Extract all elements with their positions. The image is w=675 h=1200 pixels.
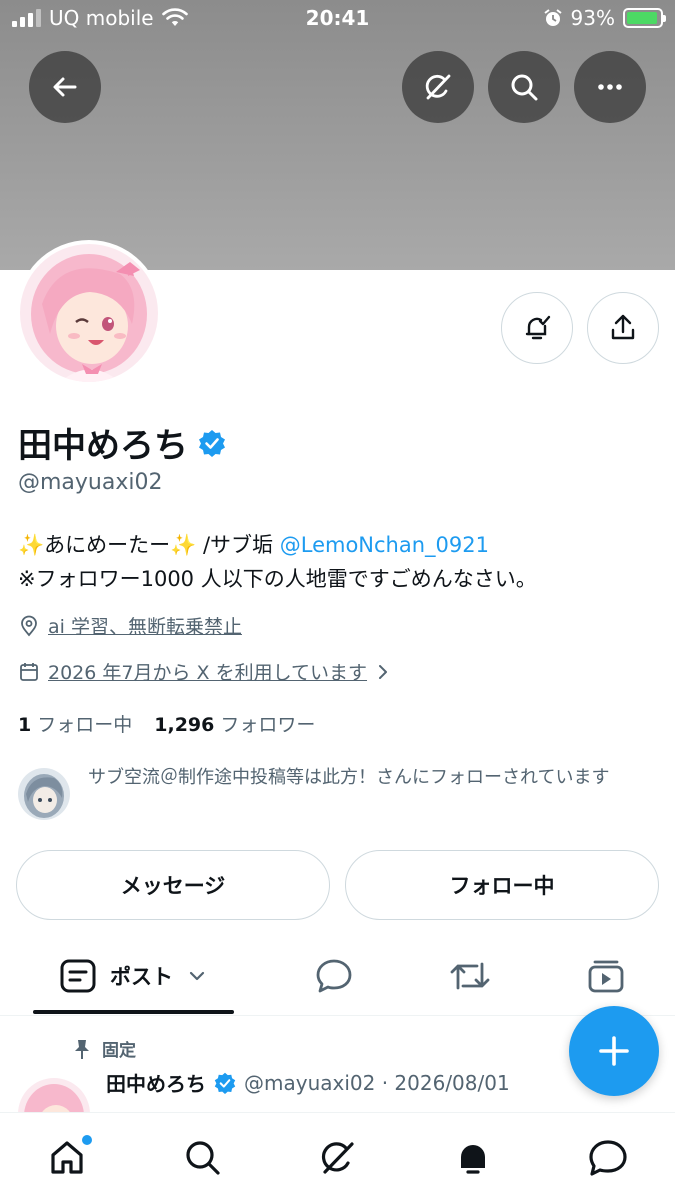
battery-percent: 93%	[570, 6, 615, 30]
tab-posts-label: ポスト	[110, 965, 173, 989]
active-tab-indicator	[33, 1010, 234, 1014]
search-icon	[511, 74, 538, 101]
bell-check-icon	[525, 315, 551, 340]
notifications-subscribe-button[interactable]	[501, 292, 573, 364]
message-button[interactable]: メッセージ	[16, 850, 330, 920]
pinned-indicator: 固定	[72, 1036, 136, 1061]
home-icon	[51, 1141, 83, 1174]
followed-by[interactable]: サブ空流＠制作途中投稿等は此方！さんにフォローされています	[18, 762, 658, 820]
profile-bio: ✨あにめーたー✨ /サブ垢 @LemoNchan_0921 ※フォロワー1000…	[18, 528, 658, 596]
status-bar: UQ mobile 20:41 93%	[0, 0, 675, 40]
alarm-icon	[543, 9, 562, 26]
bell-icon	[461, 1145, 485, 1174]
anime-avatar-image	[20, 244, 158, 382]
joined-text: 2026 年7月から X を利用しています	[48, 662, 368, 684]
nav-grok[interactable]	[311, 1131, 365, 1185]
followers-stat[interactable]: 1,296 フォロワー	[154, 710, 315, 737]
display-name: 田中めろち	[18, 426, 188, 466]
bottom-navigation	[0, 1112, 675, 1200]
home-notification-dot	[82, 1135, 92, 1145]
compose-post-button[interactable]	[569, 1006, 659, 1096]
tab-posts[interactable]: ポスト	[33, 940, 234, 1012]
status-right: 93%	[543, 6, 666, 30]
tab-reposts[interactable]	[436, 940, 504, 1012]
followers-label: フォロワー	[220, 714, 316, 736]
search-icon	[186, 1141, 220, 1175]
share-button[interactable]	[587, 292, 659, 364]
chevron-down-icon	[189, 971, 205, 981]
pin-icon	[75, 1039, 89, 1059]
bio-mention-link[interactable]: @LemoNchan_0921	[280, 533, 489, 557]
profile-name-row: 田中めろち	[18, 418, 226, 467]
following-button[interactable]: フォロー中	[345, 850, 659, 920]
chevron-right-icon	[379, 664, 388, 679]
followers-count: 1,296	[154, 714, 215, 736]
profile-joined[interactable]: 2026 年7月から X を利用しています	[18, 658, 391, 685]
share-icon	[611, 314, 635, 340]
post-meta: @mayuaxi02 · 2026/08/01	[244, 1070, 510, 1095]
grok-icon	[425, 74, 451, 100]
message-bubble-icon	[589, 1140, 627, 1176]
post-header: 田中めろち @mayuaxi02 · 2026/08/01	[106, 1068, 510, 1097]
battery-icon	[623, 8, 666, 28]
tab-media[interactable]	[572, 940, 640, 1012]
plus-icon	[599, 1036, 629, 1066]
profile-avatar[interactable]	[16, 240, 162, 386]
reply-bubble-icon	[316, 959, 352, 993]
pinned-label: 固定	[102, 1041, 136, 1061]
verified-badge-icon[interactable]	[198, 429, 226, 457]
repost-icon	[450, 962, 490, 990]
location-pin-icon	[21, 615, 37, 636]
follower-avatar	[18, 768, 70, 820]
location-text: ai 学習、無断転乗禁止	[48, 616, 242, 638]
nav-messages[interactable]	[581, 1131, 635, 1185]
profile-banner[interactable]	[0, 0, 675, 270]
follow-stats: 1 フォロー中 1,296 フォロワー	[18, 710, 315, 737]
grok-button[interactable]	[402, 51, 474, 123]
nav-notifications[interactable]	[446, 1131, 500, 1185]
follower-avatar-image	[18, 768, 70, 820]
grok-icon	[321, 1142, 354, 1174]
nav-home[interactable]	[40, 1131, 94, 1185]
following-label: フォロー中	[37, 714, 133, 736]
profile-tabs: ポスト	[0, 940, 675, 1016]
posts-icon	[60, 959, 96, 993]
nav-search[interactable]	[176, 1131, 230, 1185]
more-horizontal-icon	[598, 84, 622, 90]
arrow-left-icon	[53, 77, 77, 97]
search-button[interactable]	[488, 51, 560, 123]
profile-handle: @mayuaxi02	[18, 470, 163, 495]
bio-line-1: ✨あにめーたー✨ /サブ垢 @LemoNchan_0921	[18, 528, 658, 562]
tab-replies[interactable]	[300, 940, 368, 1012]
post-author-name[interactable]: 田中めろち	[106, 1068, 206, 1097]
following-stat[interactable]: 1 フォロー中	[18, 710, 132, 737]
more-button[interactable]	[574, 51, 646, 123]
back-button[interactable]	[29, 51, 101, 123]
followed-by-text: サブ空流＠制作途中投稿等は此方！さんにフォローされています	[88, 767, 610, 788]
battery-fill	[627, 12, 657, 24]
verified-badge-icon	[214, 1072, 236, 1094]
bio-line-2: ※フォロワー1000 人以下の人地雷ですごめんなさい。	[18, 567, 537, 591]
calendar-icon	[20, 662, 38, 681]
bio-text: ✨あにめーたー✨ /サブ垢	[18, 533, 280, 557]
following-count: 1	[18, 714, 32, 736]
media-video-icon	[588, 960, 624, 993]
profile-location[interactable]: ai 学習、無断転乗禁止	[18, 612, 242, 639]
